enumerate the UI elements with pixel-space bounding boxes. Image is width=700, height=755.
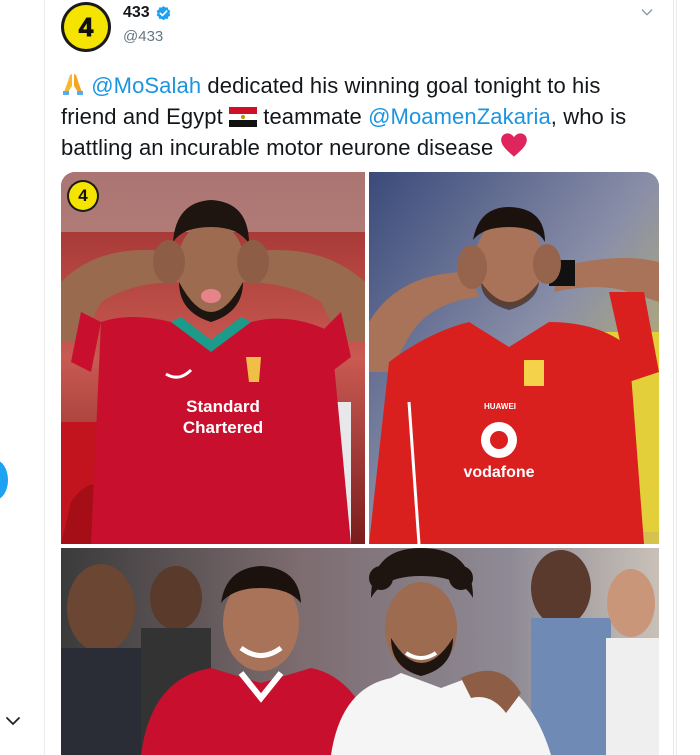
tweet-card[interactable]: 4 433 @433 @MoSalah dedicated his winnin… bbox=[44, 0, 674, 755]
photo-salah-zakaria-together[interactable] bbox=[61, 548, 659, 755]
photo-salah-liverpool[interactable]: Standard Chartered 4 bbox=[61, 172, 365, 544]
shirt-sponsor-vodafone: vodafone bbox=[463, 464, 535, 481]
right-rail bbox=[676, 0, 700, 755]
photo-salah-zakaria-together-image bbox=[61, 548, 659, 755]
avatar[interactable]: 4 bbox=[61, 2, 111, 52]
mention-moamenzakaria[interactable]: @MoamenZakaria bbox=[368, 104, 551, 129]
tweet-text: @MoSalah dedicated his winning goal toni… bbox=[61, 73, 627, 160]
egypt-flag-emoji bbox=[229, 107, 258, 127]
chevron-down-icon[interactable] bbox=[4, 712, 22, 730]
photo-zakaria-alahly[interactable]: HUAWEI vodafone bbox=[369, 172, 659, 544]
shirt-sponsor-text: Standard Chartered bbox=[182, 397, 264, 437]
author-block[interactable]: 433 @433 bbox=[123, 4, 172, 45]
compose-button-edge[interactable] bbox=[0, 460, 8, 500]
left-rail bbox=[0, 0, 30, 755]
photo-zakaria-alahly-image bbox=[369, 172, 659, 544]
mention-mosalah[interactable]: @MoSalah bbox=[91, 73, 201, 98]
433-logo: 4 bbox=[67, 180, 99, 212]
author-handle[interactable]: @433 bbox=[123, 28, 172, 45]
tweet-media[interactable]: Standard Chartered 4 HUAWEI vodafone bbox=[61, 172, 659, 755]
folded-hands-emoji bbox=[63, 74, 83, 95]
chevron-down-icon[interactable] bbox=[639, 4, 655, 20]
red-heart-emoji bbox=[500, 133, 527, 157]
shirt-sponsor-huawei: HUAWEI bbox=[484, 402, 516, 411]
verified-icon bbox=[156, 5, 171, 20]
photo-salah-liverpool-image bbox=[61, 172, 365, 544]
author-name[interactable]: 433 bbox=[123, 4, 150, 22]
